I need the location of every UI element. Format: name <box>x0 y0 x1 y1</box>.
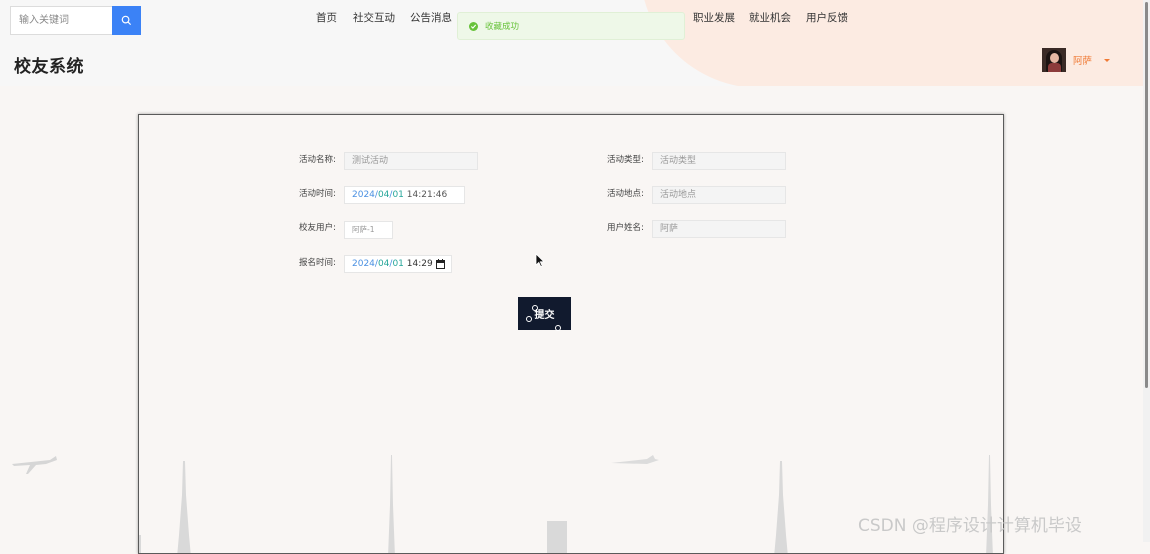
activity-time-clock: 14:21:46 <box>406 190 448 200</box>
search-icon <box>121 11 132 30</box>
nav-item-career[interactable]: 职业发展 <box>693 10 735 26</box>
activity-name-value: 测试活动 <box>352 156 389 166</box>
user-menu[interactable]: 阿萨 <box>1042 48 1111 72</box>
activity-time-field[interactable]: 2024/04/01 14:21:46 <box>344 186 465 204</box>
submit-button[interactable]: 提交 <box>518 297 571 331</box>
activity-type-label: 活动类型: <box>607 155 644 165</box>
activity-name-field[interactable]: 测试活动 <box>344 152 478 170</box>
nav-label: 首页 <box>316 12 337 24</box>
watermark: CSDN @程序设计计算机毕设 <box>858 516 1082 536</box>
signup-time-label: 报名时间: <box>299 258 336 268</box>
activity-time-day: 01 <box>392 190 404 200</box>
alumni-user-label: 校友用户: <box>299 223 336 233</box>
nav-item-jobs[interactable]: 就业机会 <box>749 10 791 26</box>
toast-message: 收藏成功 <box>485 22 520 32</box>
alumni-user-value: 阿萨-1 <box>352 225 375 234</box>
scrollbar[interactable] <box>1143 0 1150 542</box>
user-real-name-label: 用户姓名: <box>607 223 644 233</box>
search-button[interactable] <box>112 6 141 35</box>
chevron-down-icon <box>1104 58 1111 62</box>
activity-location-placeholder: 活动地点 <box>660 190 697 200</box>
nav-label: 社交互动 <box>353 12 395 24</box>
nav-label: 用户反馈 <box>806 12 848 24</box>
activity-name-label: 活动名称: <box>299 155 336 165</box>
user-real-name-value: 阿萨 <box>660 224 679 234</box>
nav-item-social[interactable]: 社交互动 <box>353 10 395 26</box>
activity-type-field[interactable]: 活动类型 <box>652 152 786 170</box>
form-card: 活动名称: 测试活动 活动时间: 2024/04/01 14:21:46 校友用… <box>138 114 1004 554</box>
signup-time-year: 2024 <box>352 259 375 269</box>
signup-time-clock: 14:29 <box>406 259 433 269</box>
signup-time-day: 01 <box>392 259 404 269</box>
mouse-cursor-icon <box>535 253 545 268</box>
avatar <box>1042 48 1066 72</box>
search-input[interactable] <box>11 7 112 34</box>
activity-location-label: 活动地点: <box>607 189 644 199</box>
success-check-icon <box>469 21 478 31</box>
calendar-icon[interactable] <box>436 259 445 269</box>
nav-item-feedback[interactable]: 用户反馈 <box>806 10 848 26</box>
nav-label: 公告消息 <box>410 12 452 24</box>
signup-time-field[interactable]: 2024/04/01 14:29 <box>344 255 452 273</box>
search-box <box>10 6 141 35</box>
success-toast: 收藏成功 <box>457 12 685 40</box>
skyline-decoration <box>139 455 993 553</box>
activity-type-placeholder: 活动类型 <box>660 156 697 166</box>
site-title: 校友系统 <box>14 57 84 77</box>
scrollbar-thumb[interactable] <box>1145 2 1148 388</box>
user-name: 阿萨 <box>1073 56 1093 67</box>
nav-item-announcements[interactable]: 公告消息 <box>410 10 452 26</box>
activity-time-label: 活动时间: <box>299 189 336 199</box>
plane-decoration <box>12 456 57 474</box>
nav-label: 就业机会 <box>749 12 791 24</box>
activity-time-month: 04 <box>377 190 390 200</box>
activity-location-field[interactable]: 活动地点 <box>652 186 786 204</box>
alumni-user-field[interactable]: 阿萨-1 <box>344 221 393 239</box>
nav-item-home[interactable]: 首页 <box>316 10 337 26</box>
user-real-name-field[interactable]: 阿萨 <box>652 220 786 238</box>
nav-label: 职业发展 <box>693 12 735 24</box>
activity-time-year: 2024 <box>352 190 375 200</box>
signup-time-month: 04 <box>377 259 390 269</box>
